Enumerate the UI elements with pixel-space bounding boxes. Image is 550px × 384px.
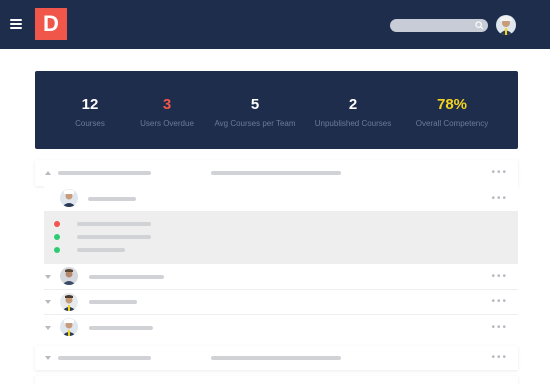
stat-label: Users Overdue [140,119,194,128]
search-box[interactable] [390,19,488,36]
stat-value: 2 [348,96,358,113]
logo[interactable]: D [35,8,67,40]
chevron-down-icon[interactable] [45,326,51,330]
stat-users-overdue: 3 Users Overdue [117,96,217,128]
more-dots-icon[interactable]: ••• [491,271,508,282]
chevron-up-icon[interactable] [45,171,51,175]
stat-label: Avg Courses per Team [214,119,296,128]
group-row[interactable] [35,376,518,384]
stat-avg-courses: 5 Avg Courses per Team [205,96,305,128]
avatar [60,318,78,336]
stat-label: Overall Competency [415,119,489,128]
avatar [60,189,78,207]
stat-value: 3 [162,96,172,113]
chevron-down-icon[interactable] [45,356,51,360]
group-row[interactable]: ••• [35,160,518,186]
group-title-placeholder [58,171,151,175]
stat-value: 78% [436,96,468,113]
user-name-placeholder [88,197,136,201]
detail-line [77,248,125,252]
detail-line [77,222,151,226]
avatar [60,267,78,285]
status-dot-complete [54,247,60,253]
stats-panel: 12 Courses 3 Users Overdue 5 Avg Courses… [35,71,518,149]
group-info-placeholder [211,356,341,360]
group-info-placeholder [211,171,341,175]
user-row[interactable]: ••• [35,315,518,340]
stat-competency: 78% Overall Competency [402,96,502,128]
status-dot-complete [54,234,60,240]
user-name-placeholder [89,300,137,304]
more-dots-icon[interactable]: ••• [491,322,508,333]
detail-panel [44,211,518,264]
group-row[interactable]: ••• [35,346,518,370]
avatar [60,293,78,311]
detail-line [77,235,151,239]
user-row[interactable]: ••• [44,186,518,211]
user-row[interactable]: ••• [35,264,518,289]
group-title-placeholder [58,356,151,360]
search-icon[interactable] [475,21,484,30]
user-name-placeholder [89,275,164,279]
top-bar: D [0,0,550,49]
more-dots-icon[interactable]: ••• [491,168,508,178]
user-name-placeholder [89,326,153,330]
chevron-down-icon[interactable] [45,300,51,304]
hamburger-menu-icon[interactable] [10,19,22,29]
more-dots-icon[interactable]: ••• [491,297,508,307]
stat-value: 5 [250,96,260,113]
more-dots-icon[interactable]: ••• [491,353,508,363]
more-dots-icon[interactable]: ••• [491,193,508,204]
stat-unpublished: 2 Unpublished Courses [303,96,403,128]
chevron-down-icon[interactable] [45,275,51,279]
stat-label: Unpublished Courses [314,119,392,128]
user-row[interactable]: ••• [35,290,518,314]
search-input[interactable] [390,23,470,36]
status-dot-overdue [54,221,60,227]
user-avatar[interactable] [496,15,516,35]
